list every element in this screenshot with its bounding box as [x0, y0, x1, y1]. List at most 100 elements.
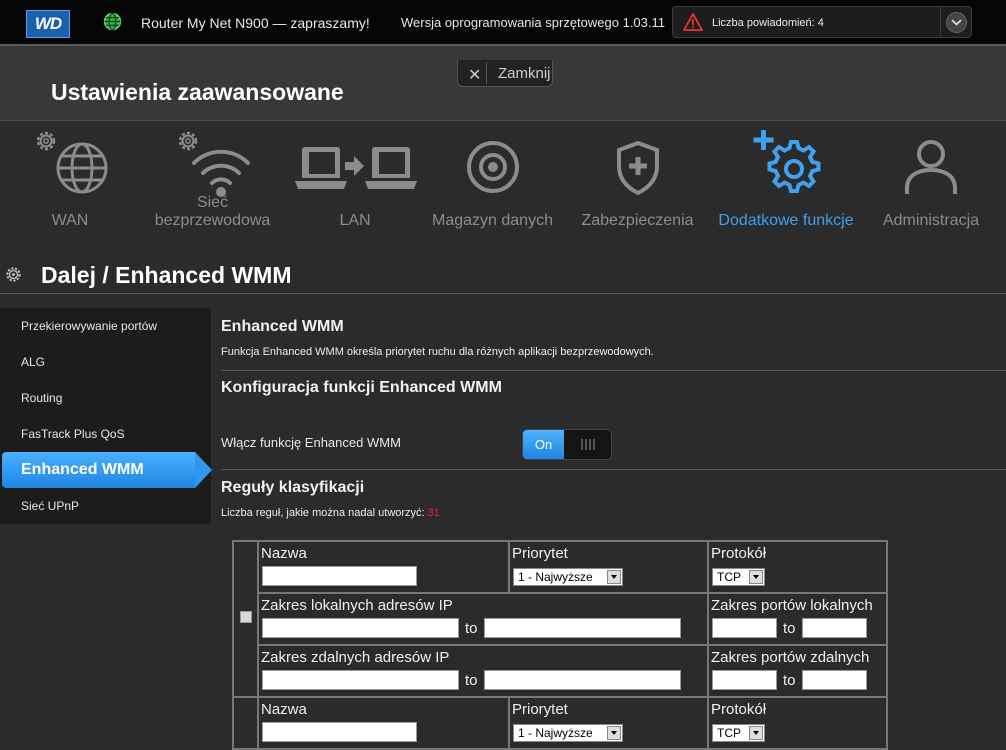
notifications-panel[interactable]: Liczba powiadomień: 4 — [672, 6, 972, 38]
to-label: to — [783, 620, 796, 637]
category-administration[interactable]: Administracja — [870, 121, 992, 246]
enable-wmm-toggle[interactable]: On — [522, 429, 612, 460]
close-button[interactable]: ✕ Zamknij — [457, 60, 553, 87]
wifi-gear-icon — [192, 149, 250, 197]
name-input[interactable] — [262, 722, 417, 742]
top-bar: WD Router My Net N900 — zapraszamy! Wers… — [0, 0, 1006, 44]
local-ip-end-input[interactable] — [484, 618, 681, 638]
remote-port-end-input[interactable] — [802, 670, 867, 690]
category-label: WAN — [51, 212, 89, 229]
divider — [940, 7, 941, 37]
sidebar-item-port-forwarding[interactable]: Przekierowywanie portów — [0, 308, 211, 344]
disc-icon — [467, 141, 519, 193]
category-label-line2: bezprzewodowa — [154, 212, 271, 229]
table-row: Nazwa Priorytet 1 - Najwyższe Protokół T… — [232, 540, 888, 698]
category-label: Zabezpieczenia — [581, 212, 694, 229]
sidebar-item-label: ALG — [21, 355, 46, 369]
remaining-rules-count: 31 — [427, 507, 440, 519]
category-label: Dodatkowe funkcje — [718, 212, 854, 229]
shield-icon — [617, 140, 659, 196]
protocol-select[interactable]: TCP — [712, 568, 765, 586]
remote-port-cell: Zakres portów zdalnych to — [707, 644, 888, 698]
category-wireless[interactable]: Sieć bezprzewodowa — [150, 121, 275, 246]
remote-ip-start-input[interactable] — [262, 670, 459, 690]
name-cell: Nazwa — [257, 696, 510, 750]
local-ip-cell: Zakres lokalnych adresów IP to — [257, 592, 709, 646]
category-wan[interactable]: WAN — [20, 121, 120, 246]
chevron-down-icon — [749, 570, 763, 584]
sidebar-item-upnp[interactable]: Sieć UPnP — [0, 488, 211, 524]
gear-plus-icon — [753, 130, 821, 193]
sidebar: Przekierowywanie portów ALG Routing FasT… — [0, 308, 212, 524]
to-label: to — [465, 620, 478, 637]
remaining-rules: Liczba reguł, jakie można nadal utworzyć… — [221, 507, 440, 519]
rule-select-cell — [232, 696, 259, 750]
local-port-label: Zakres portów lokalnych — [711, 597, 873, 614]
sidebar-item-label: Sieć UPnP — [21, 499, 80, 513]
toggle-on-label: On — [523, 430, 564, 459]
priority-select[interactable]: 1 - Najwyższe — [513, 568, 623, 586]
name-cell: Nazwa — [257, 540, 510, 594]
enable-wmm-label: Włącz funkcję Enhanced WMM — [221, 435, 401, 450]
table-row: Zakres zdalnych adresów IP to Zakres por… — [233, 644, 888, 698]
remaining-rules-label: Liczba reguł, jakie można nadal utworzyć… — [221, 507, 428, 519]
priority-label: Priorytet — [512, 545, 568, 562]
chevron-down-icon — [749, 726, 763, 740]
close-label: Zamknij — [498, 65, 551, 82]
content-description: Funkcja Enhanced WMM określa priorytet r… — [221, 346, 654, 358]
remote-ip-end-input[interactable] — [484, 670, 681, 690]
local-ip-start-input[interactable] — [262, 618, 459, 638]
globe-icon — [103, 12, 122, 31]
category-label: LAN — [339, 212, 371, 229]
gear-icon — [178, 131, 198, 151]
gear-icon — [6, 267, 21, 282]
sidebar-item-label: Routing — [21, 391, 63, 405]
firmware-version: Wersja oprogramowania sprzętowego 1.03.1… — [401, 15, 665, 30]
protocol-label: Protokół — [711, 701, 767, 718]
category-bar: WAN Sieć bezprzewodowa LAN Magazyn danyc… — [0, 120, 1006, 246]
category-storage[interactable]: Magazyn danych — [430, 121, 555, 246]
protocol-cell: Protokół TCP — [707, 696, 888, 750]
divider — [221, 469, 1006, 470]
local-port-end-input[interactable] — [802, 618, 867, 638]
laptops-icon — [295, 147, 417, 189]
protocol-label: Protokół — [711, 545, 767, 562]
section-title: Dalej / Enhanced WMM — [41, 262, 292, 288]
remote-ip-label: Zakres zdalnych adresów IP — [261, 649, 450, 666]
rule-checkbox[interactable] — [240, 611, 252, 623]
wd-logo: WD — [26, 10, 70, 38]
globe-gear-icon — [56, 142, 108, 194]
remote-port-start-input[interactable] — [712, 670, 777, 690]
name-input[interactable] — [262, 566, 417, 586]
sidebar-item-fastrack-qos[interactable]: FasTrack Plus QoS — [0, 416, 211, 452]
rules-heading: Reguły klasyfikacji — [221, 479, 365, 496]
close-icon: ✕ — [468, 67, 482, 84]
gear-icon — [36, 131, 56, 151]
category-label: Magazyn danych — [432, 212, 553, 229]
notifications-count: Liczba powiadomień: 4 — [712, 17, 824, 29]
to-label: to — [465, 672, 478, 689]
category-lan[interactable]: LAN — [290, 121, 420, 246]
priority-select[interactable]: 1 - Najwyższe — [513, 724, 623, 742]
category-security[interactable]: Zabezpieczenia — [575, 121, 700, 246]
local-port-cell: Zakres portów lokalnych to — [707, 592, 888, 646]
table-row: Nazwa Priorytet 1 - Najwyższe Protokół T… — [232, 696, 888, 750]
chevron-down-icon[interactable] — [946, 12, 967, 33]
protocol-select[interactable]: TCP — [712, 724, 765, 742]
sidebar-item-alg[interactable]: ALG — [0, 344, 211, 380]
category-extra-features[interactable]: Dodatkowe funkcje — [715, 121, 857, 246]
sidebar-item-label: Enhanced WMM — [21, 461, 144, 478]
sidebar-item-enhanced-wmm[interactable]: Enhanced WMM — [2, 452, 212, 488]
priority-cell: Priorytet 1 - Najwyższe — [508, 540, 709, 594]
section-header: Dalej / Enhanced WMM — [0, 253, 1006, 294]
priority-cell: Priorytet 1 - Najwyższe — [508, 696, 709, 750]
category-label-line1: Sieć — [196, 194, 229, 211]
chevron-down-icon — [607, 570, 621, 584]
sidebar-item-label: FasTrack Plus QoS — [21, 427, 125, 441]
priority-value: 1 - Najwyższe — [518, 570, 593, 584]
protocol-value: TCP — [717, 726, 741, 740]
sidebar-item-routing[interactable]: Routing — [0, 380, 211, 416]
user-icon — [905, 140, 957, 194]
local-port-start-input[interactable] — [712, 618, 777, 638]
category-label: Administracja — [882, 212, 980, 229]
